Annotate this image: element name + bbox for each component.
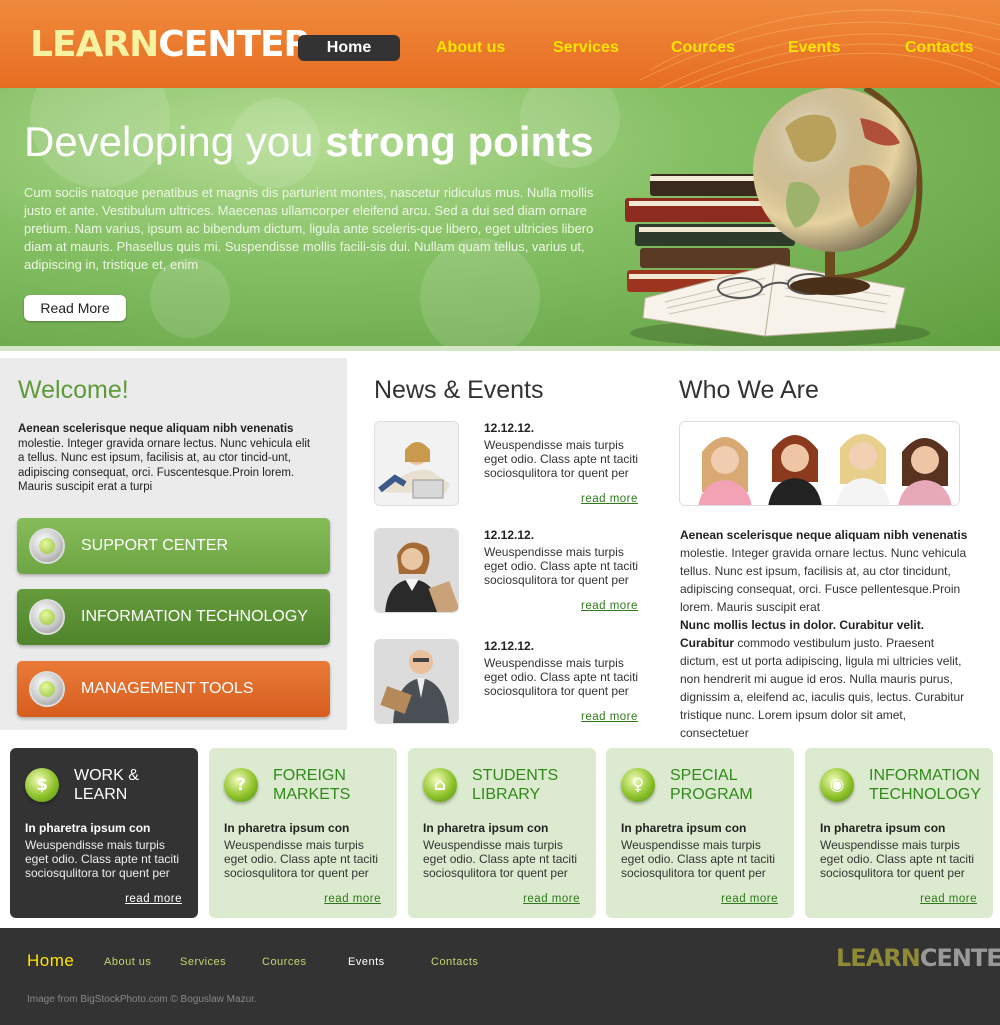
nav-events[interactable]: Events [788,35,840,61]
news-date: 12.12.12. [484,528,535,542]
logo-center: CENTER [158,24,311,65]
footer: Home About us Services Cources Events Co… [0,928,1000,1025]
news-read-more-link[interactable]: read more [581,493,638,505]
feature-foreign-markets: ? FOREIGN MARKETS In pharetra ipsum con … [209,748,397,918]
feature-subtitle: In pharetra ipsum con [621,821,747,835]
nav-cources[interactable]: Cources [671,35,735,61]
news-read-more-link[interactable]: read more [581,711,638,723]
feature-title: FOREIGN MARKETS [273,767,351,803]
news-date: 12.12.12. [484,639,535,653]
footer-nav-home[interactable]: Home [27,951,74,971]
globe-books-image [625,88,930,347]
who-p2-text: commodo vestibulum justo. Praesent dictu… [680,636,965,740]
feature-read-more-link[interactable]: read more [324,893,381,905]
who-p1-bold: Aenean scelerisque neque aliquam nibh ve… [680,528,968,542]
news-thumbnail[interactable] [374,639,459,724]
news-read-more-link[interactable]: read more [581,600,638,612]
who-we-are-title: Who We Are [679,376,819,404]
feature-special-program: ♀ SPECIAL PROGRAM In pharetra ipsum con … [606,748,794,918]
logo-learn: LEARN [30,24,159,65]
hero-title-light: Developing you [24,118,314,165]
footer-nav-events[interactable]: Events [348,956,385,968]
welcome-lead-bold: Aenean scelerisque neque aliquam nibh ve… [18,423,294,435]
nav-about-us[interactable]: About us [436,35,505,61]
feature-text: Weuspendisse mais turpis eget odio. Clas… [820,838,975,880]
who-we-are-photo [679,421,960,506]
exclamation-icon [29,528,65,564]
news-thumbnail[interactable] [374,421,459,506]
nav-contacts[interactable]: Contacts [905,35,973,61]
feature-read-more-link[interactable]: read more [523,893,580,905]
nav-services[interactable]: Services [553,35,619,61]
feature-read-more-link[interactable]: read more [125,893,182,905]
footer-nav-contacts[interactable]: Contacts [431,956,478,968]
student-laptop-photo [375,422,458,505]
news-text: Weuspendisse mais turpis eget odio. Clas… [484,438,639,480]
feature-subtitle: In pharetra ipsum con [423,821,549,835]
welcome-lead-text: molestie. Integer gravida ornare lectus.… [18,437,311,494]
welcome-title: Welcome! [18,376,129,404]
who-we-are-text: Aenean scelerisque neque aliquam nibh ve… [680,526,975,742]
news-text: Weuspendisse mais turpis eget odio. Clas… [484,656,639,698]
hero-title: Developing you strong points [24,118,594,166]
feature-subtitle: In pharetra ipsum con [25,821,151,835]
businessman-photo [375,640,458,723]
header: LEARNCENTER Home About us Services Courc… [0,0,1000,88]
news-item: 12.12.12. Weuspendisse mais turpis eget … [374,528,646,616]
footer-logo[interactable]: LEARNCENTER [836,944,1000,972]
information-technology-label: INFORMATION TECHNOLOGY [81,608,308,625]
feature-title: WORK & LEARN [74,767,139,803]
feature-text: Weuspendisse mais turpis eget odio. Clas… [423,838,578,880]
hero-banner: Developing you strong points Cum sociis … [0,88,1000,350]
news-item: 12.12.12. Weuspendisse mais turpis eget … [374,421,646,509]
footer-logo-learn: LEARN [836,944,921,972]
site-logo[interactable]: LEARNCENTER [30,24,311,65]
feature-information-technology: ◉ INFORMATION TECHNOLOGY In pharetra ips… [805,748,993,918]
businesswoman-photo [375,529,458,612]
footer-nav-about-us[interactable]: About us [104,956,151,968]
who-p1-text: molestie. Integer gravida ornare lectus.… [680,546,967,614]
feature-text: Weuspendisse mais turpis eget odio. Clas… [621,838,776,880]
news-thumbnail[interactable] [374,528,459,613]
management-tools-button[interactable]: MANAGEMENT TOOLS [17,661,330,717]
image-credit: Image from BigStockPhoto.com © Boguslaw … [27,994,257,1005]
feature-students-library: ⌂ STUDENTS LIBRARY In pharetra ipsum con… [408,748,596,918]
support-center-button[interactable]: SUPPORT CENTER [17,518,330,574]
news-item: 12.12.12. Weuspendisse mais turpis eget … [374,639,646,727]
welcome-text: Aenean scelerisque neque aliquam nibh ve… [18,422,318,495]
hero-text: Cum sociis natoque penatibus et magnis d… [24,185,594,272]
feature-title: INFORMATION TECHNOLOGY [869,767,982,803]
feature-subtitle: In pharetra ipsum con [820,821,946,835]
refresh-icon [29,599,65,635]
hero-read-more-button[interactable]: Read More [24,295,126,321]
feature-text: Weuspendisse mais turpis eget odio. Clas… [25,838,180,880]
home-icon: ⌂ [423,768,457,802]
hero-title-bold: strong points [325,118,594,165]
news-date: 12.12.12. [484,421,535,435]
footer-nav-services[interactable]: Services [180,956,226,968]
star-icon [29,671,65,707]
hero-divider [0,346,1000,351]
nav-home[interactable]: Home [298,35,400,61]
management-tools-label: MANAGEMENT TOOLS [81,680,254,697]
feature-title: STUDENTS LIBRARY [472,767,559,803]
dollar-icon: $ [25,768,59,802]
information-technology-button[interactable]: INFORMATION TECHNOLOGY [17,589,330,645]
feature-read-more-link[interactable]: read more [920,893,977,905]
feature-title: SPECIAL PROGRAM [670,767,753,803]
support-center-label: SUPPORT CENTER [81,537,228,554]
welcome-panel: Welcome! Aenean scelerisque neque aliqua… [0,358,347,730]
feature-work-learn: $ WORK & LEARN In pharetra ipsum con Weu… [10,748,198,918]
female-symbol-icon: ♀ [621,768,655,802]
footer-logo-center: CENTER [919,944,1000,972]
group-of-students-image [680,422,959,505]
news-title: News & Events [374,376,544,404]
feature-text: Weuspendisse mais turpis eget odio. Clas… [224,838,379,880]
feature-subtitle: In pharetra ipsum con [224,821,350,835]
feature-read-more-link[interactable]: read more [721,893,778,905]
news-text: Weuspendisse mais turpis eget odio. Clas… [484,545,639,587]
question-icon: ? [224,768,258,802]
target-icon: ◉ [820,768,854,802]
footer-nav-cources[interactable]: Cources [262,956,306,968]
